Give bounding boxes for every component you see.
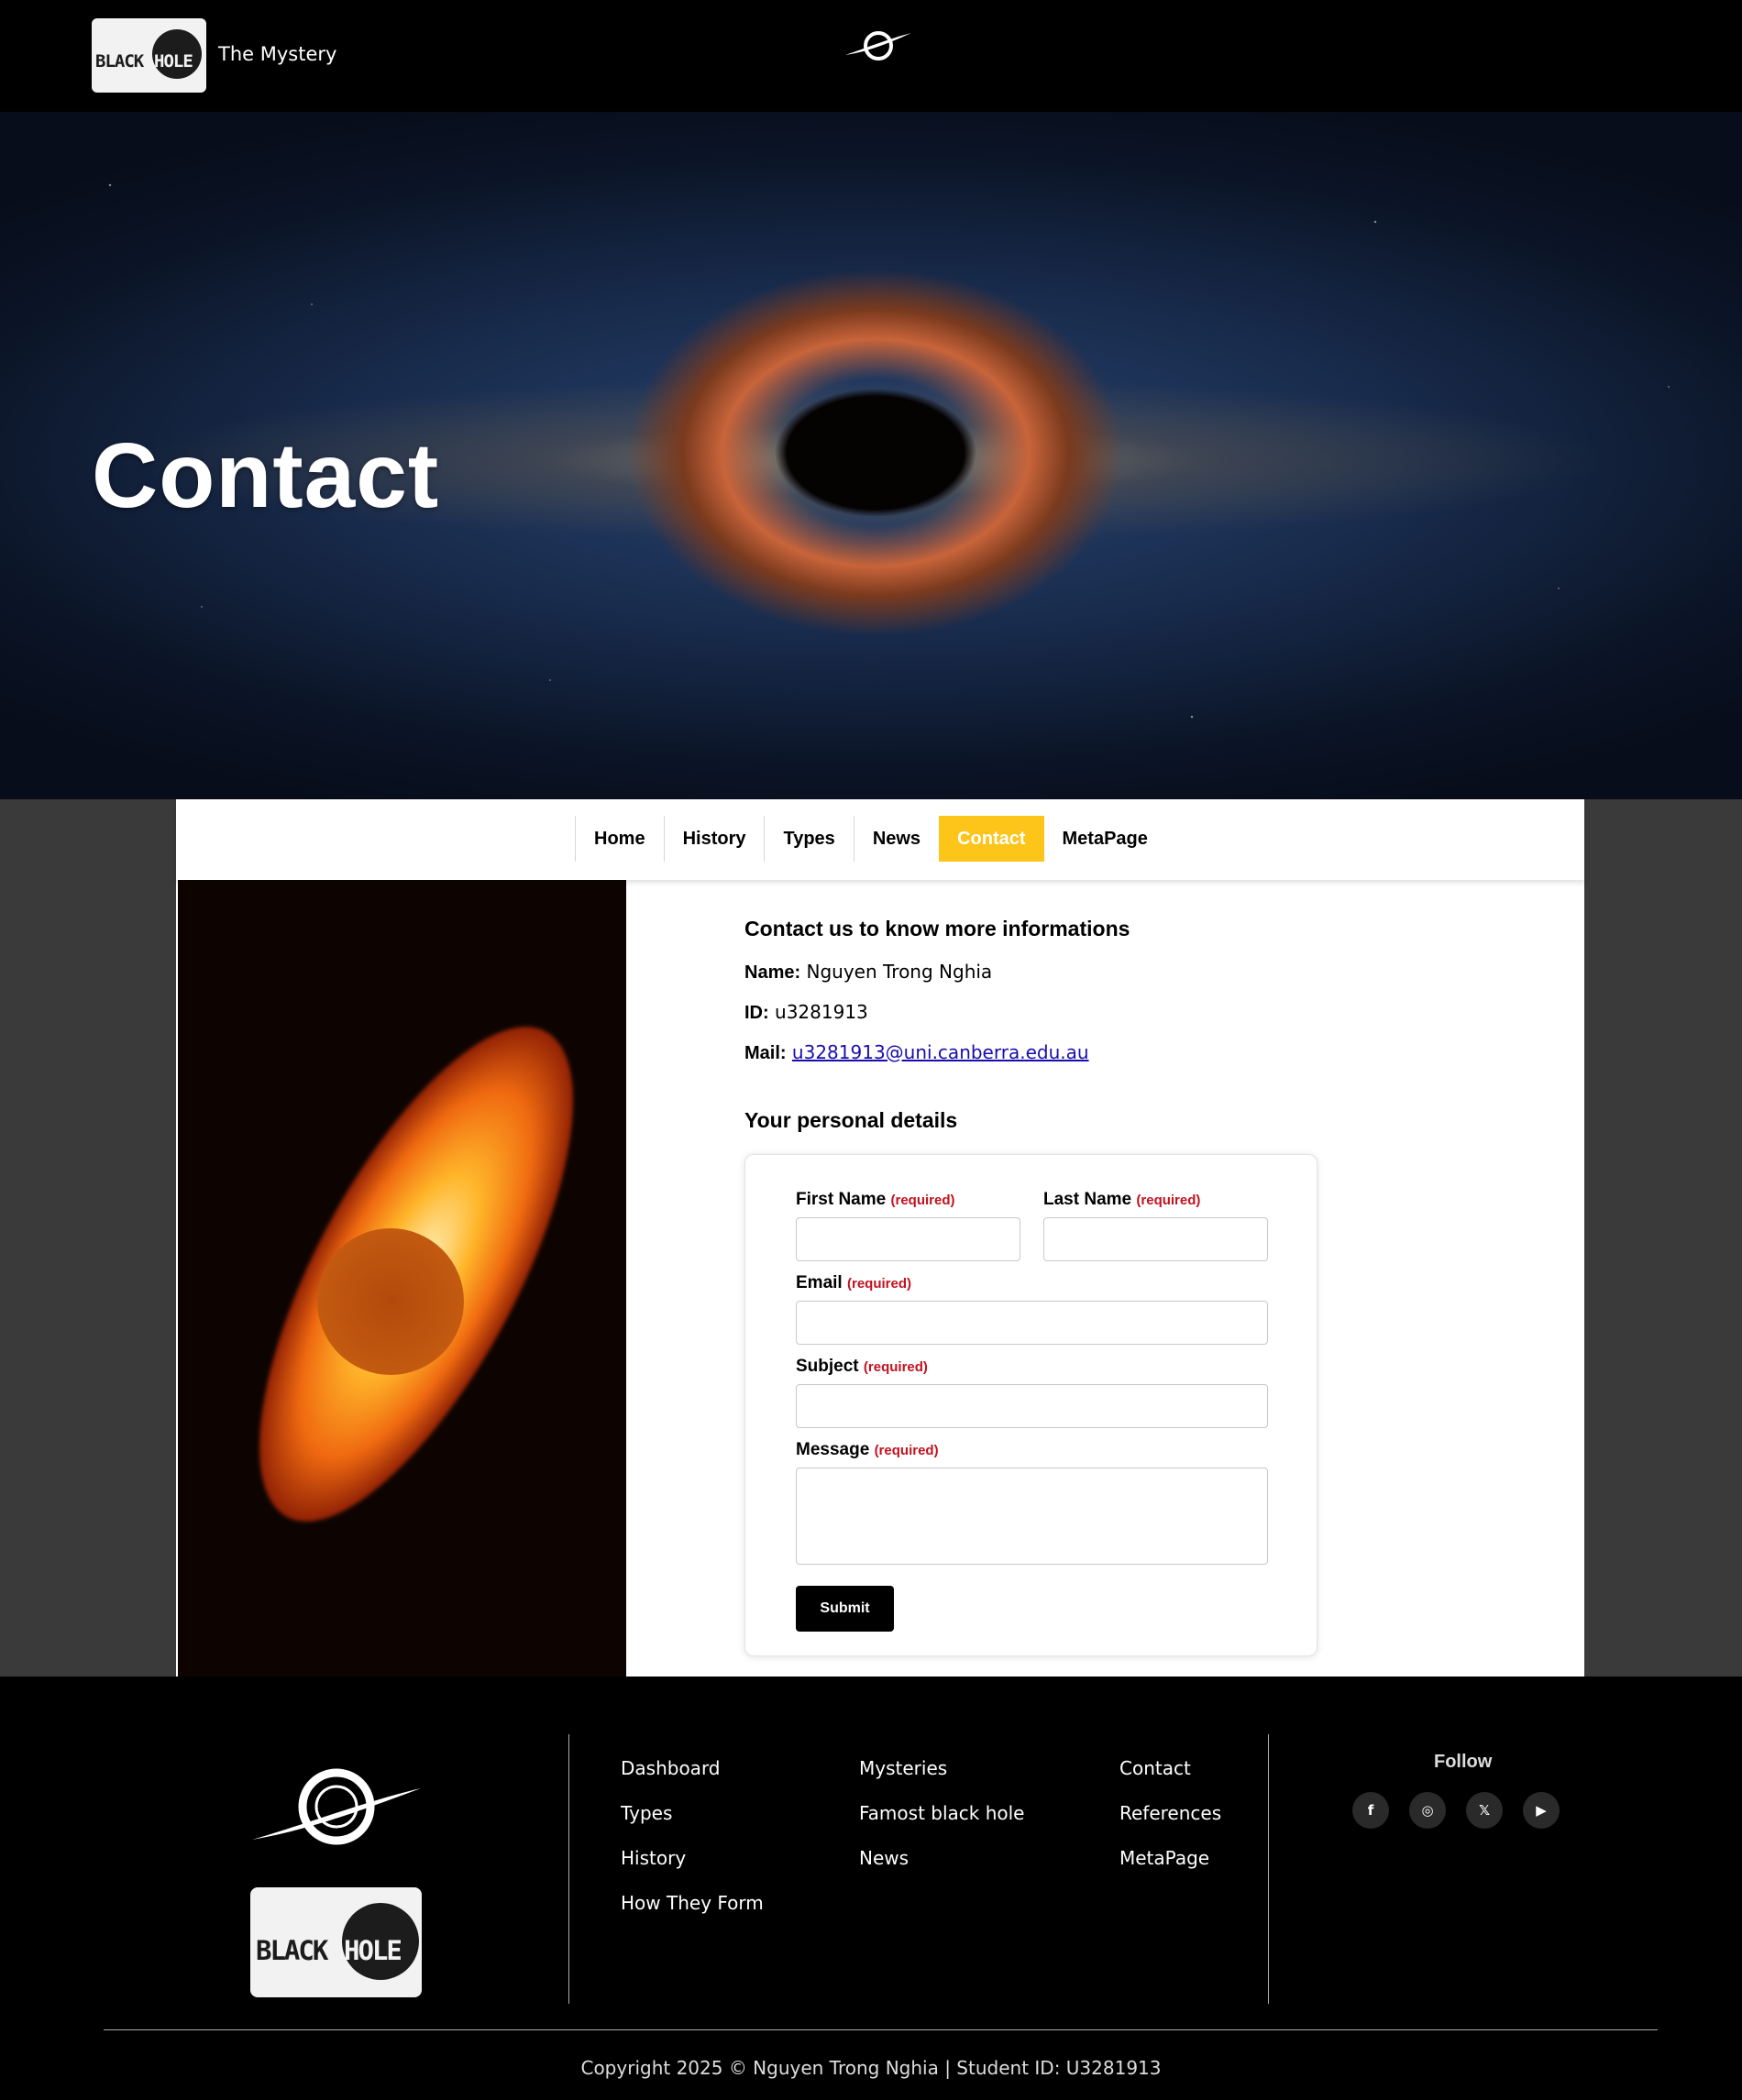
last-name-label: Last Name (required) xyxy=(1043,1190,1200,1210)
black-hole-emblem-icon xyxy=(845,31,911,60)
footer-link-famous-black-hole[interactable]: Famost black hole xyxy=(859,1802,1024,1847)
required-marker: (required) xyxy=(863,1359,928,1375)
footer-link-history[interactable]: History xyxy=(621,1847,764,1892)
mail-label: Mail: xyxy=(744,1043,787,1063)
first-name-label: First Name (required) xyxy=(796,1190,955,1210)
youtube-icon[interactable]: ▶ xyxy=(1523,1792,1560,1829)
nav-item-news[interactable]: News xyxy=(853,816,939,862)
follow-label: Follow xyxy=(1434,1752,1493,1772)
personal-details-heading: Your personal details xyxy=(744,1108,958,1132)
copyright-text: Copyright 2025 © Nguyen Trong Nghia | St… xyxy=(580,2057,1162,2079)
logo-word-hole: HOLE xyxy=(154,51,193,71)
logo-word-black: BLACK xyxy=(95,51,144,71)
subject-label-text: Subject xyxy=(796,1357,859,1376)
footer-link-news[interactable]: News xyxy=(859,1847,1024,1892)
contact-name-row: Name: Nguyen Trong Nghia xyxy=(744,961,1295,984)
name-label: Name: xyxy=(744,962,801,983)
id-label: ID: xyxy=(744,1003,769,1023)
accretion-disk-image xyxy=(178,880,626,1677)
footer-separator xyxy=(104,2029,1658,2030)
mail-link[interactable]: u3281913@uni.canberra.edu.au xyxy=(792,1041,1089,1063)
footer-link-mysteries[interactable]: Mysteries xyxy=(859,1757,1024,1802)
id-value: u3281913 xyxy=(775,1001,868,1023)
footer-links-col3: Contact References MetaPage xyxy=(1119,1757,1221,1892)
nav-item-home[interactable]: Home xyxy=(575,816,664,862)
site-logo[interactable]: BLACK HOLE xyxy=(92,18,206,93)
message-label-text: Message xyxy=(796,1440,870,1459)
footer-link-how-they-form[interactable]: How They Form xyxy=(621,1892,764,1937)
last-name-label-text: Last Name xyxy=(1043,1190,1132,1209)
nav-item-contact[interactable]: Contact xyxy=(939,816,1044,862)
site-tagline: The Mystery xyxy=(218,43,337,65)
logo-word-black: BLACK xyxy=(256,1935,328,1966)
nav-item-types[interactable]: Types xyxy=(764,816,853,862)
submit-button[interactable]: Submit xyxy=(796,1586,894,1632)
nav-item-history[interactable]: History xyxy=(663,816,765,862)
main-panel: Home History Types News Contact MetaPage… xyxy=(176,799,1584,1677)
required-marker: (required) xyxy=(846,1276,911,1292)
instagram-icon[interactable]: ◎ xyxy=(1409,1792,1446,1829)
top-header: BLACK HOLE The Mystery xyxy=(0,0,1742,112)
footer-logo[interactable]: BLACK HOLE xyxy=(250,1887,422,1997)
subject-input[interactable] xyxy=(796,1384,1268,1428)
footer-link-references[interactable]: References xyxy=(1119,1802,1221,1847)
hero-banner: Contact xyxy=(0,112,1742,799)
footer-links-col1: Dashboard Types History How They Form xyxy=(621,1757,764,1937)
message-label: Message (required) xyxy=(796,1440,939,1460)
contact-mail-row: Mail: u3281913@uni.canberra.edu.au xyxy=(744,1041,1295,1064)
first-name-label-text: First Name xyxy=(796,1190,887,1209)
email-label-text: Email xyxy=(796,1273,843,1292)
footer-link-metapage[interactable]: MetaPage xyxy=(1119,1847,1221,1892)
facebook-icon[interactable]: f xyxy=(1352,1792,1389,1829)
site-footer: BLACK HOLE Dashboard Types History How T… xyxy=(0,1677,1742,2100)
footer-divider xyxy=(568,1734,569,2004)
footer-links-col2: Mysteries Famost black hole News xyxy=(859,1757,1024,1892)
page-title: Contact xyxy=(92,424,440,527)
logo-word-hole: HOLE xyxy=(344,1935,402,1966)
email-input[interactable] xyxy=(796,1301,1268,1345)
required-marker: (required) xyxy=(1136,1193,1201,1208)
main-nav: Home History Types News Contact MetaPage xyxy=(176,799,1584,880)
contact-id-row: ID: u3281913 xyxy=(744,1001,1295,1024)
required-marker: (required) xyxy=(890,1193,955,1208)
name-value: Nguyen Trong Nghia xyxy=(806,961,993,983)
last-name-input[interactable] xyxy=(1043,1217,1268,1261)
subject-label: Subject (required) xyxy=(796,1357,928,1377)
footer-link-contact[interactable]: Contact xyxy=(1119,1757,1221,1802)
first-name-input[interactable] xyxy=(796,1217,1020,1261)
contact-form: First Name (required) Last Name (require… xyxy=(744,1154,1318,1656)
footer-link-dashboard[interactable]: Dashboard xyxy=(621,1757,764,1802)
nav-item-metapage[interactable]: MetaPage xyxy=(1044,816,1166,862)
social-links: f ◎ 𝕏 ▶ xyxy=(1352,1792,1560,1829)
message-textarea[interactable] xyxy=(796,1468,1268,1565)
black-hole-emblem-icon xyxy=(252,1768,421,1845)
footer-link-types[interactable]: Types xyxy=(621,1802,764,1847)
contact-heading: Contact us to know more informations xyxy=(744,917,1130,940)
event-horizon xyxy=(317,1228,464,1375)
x-icon[interactable]: 𝕏 xyxy=(1466,1792,1503,1829)
required-marker: (required) xyxy=(874,1443,939,1458)
email-label: Email (required) xyxy=(796,1273,911,1293)
footer-divider xyxy=(1268,1734,1269,2004)
